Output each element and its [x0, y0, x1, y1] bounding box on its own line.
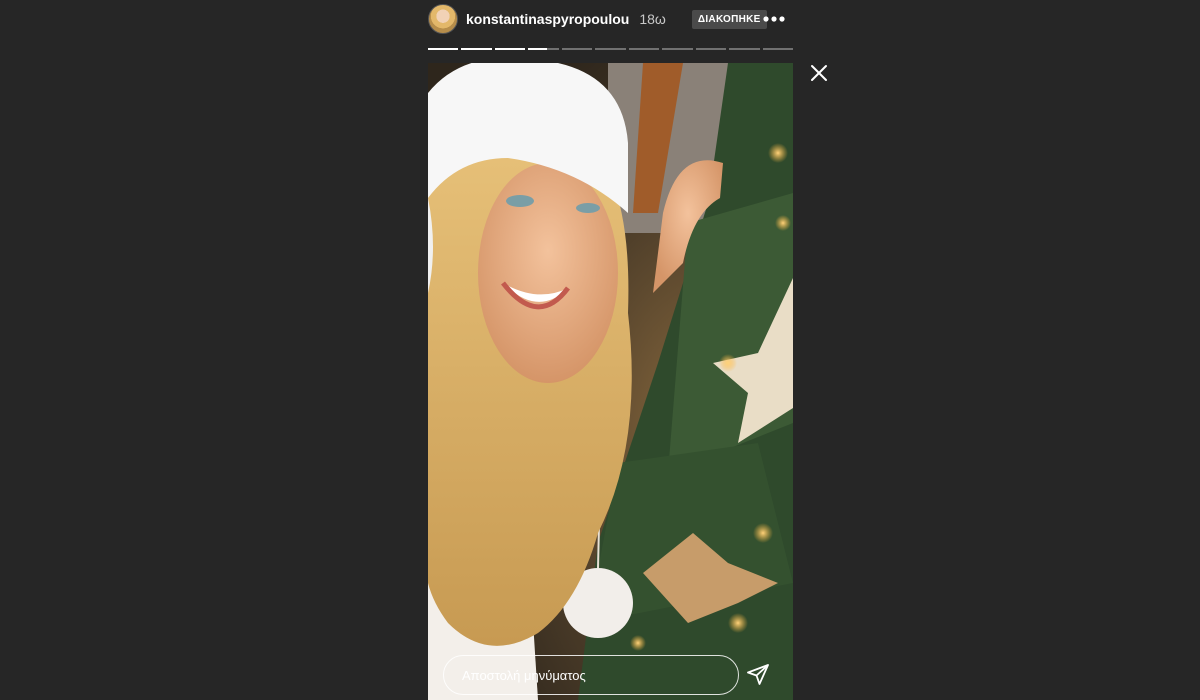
- progress-segment: [729, 48, 760, 50]
- progress-segment: [762, 48, 793, 50]
- story-viewer: konstantinaspyropoulou 18ω ΔΙΑΚΟΠΗΚΕ: [0, 0, 1200, 700]
- progress-segment-fill: [494, 48, 526, 50]
- story-photo: [428, 63, 793, 700]
- progress-segment-fill: [528, 48, 547, 50]
- progress-segment: [461, 48, 492, 50]
- reply-message-input[interactable]: [443, 655, 739, 695]
- more-horizontal-icon: [763, 16, 785, 22]
- send-button[interactable]: [746, 663, 770, 687]
- username[interactable]: konstantinaspyropoulou: [466, 11, 629, 27]
- progress-segment: [428, 48, 459, 50]
- story-media[interactable]: [428, 63, 793, 700]
- progress-segment: [595, 48, 626, 50]
- close-icon: [811, 65, 827, 81]
- progress-segment: [494, 48, 526, 50]
- story-progress-bar: [428, 48, 793, 50]
- story-header: konstantinaspyropoulou 18ω ΔΙΑΚΟΠΗΚΕ: [428, 4, 793, 34]
- more-options-button[interactable]: [763, 8, 785, 30]
- close-button[interactable]: [808, 62, 830, 84]
- progress-segment-fill: [428, 48, 459, 50]
- progress-segment: [628, 48, 660, 50]
- paper-plane-icon: [747, 664, 769, 685]
- progress-segment: [695, 48, 727, 50]
- progress-segment: [561, 48, 593, 50]
- paused-badge: ΔΙΑΚΟΠΗΚΕ: [691, 9, 767, 29]
- progress-segment: [528, 48, 559, 50]
- progress-segment: [662, 48, 693, 50]
- timestamp: 18ω: [639, 11, 666, 27]
- avatar[interactable]: [428, 4, 458, 34]
- progress-segment-fill: [461, 48, 492, 50]
